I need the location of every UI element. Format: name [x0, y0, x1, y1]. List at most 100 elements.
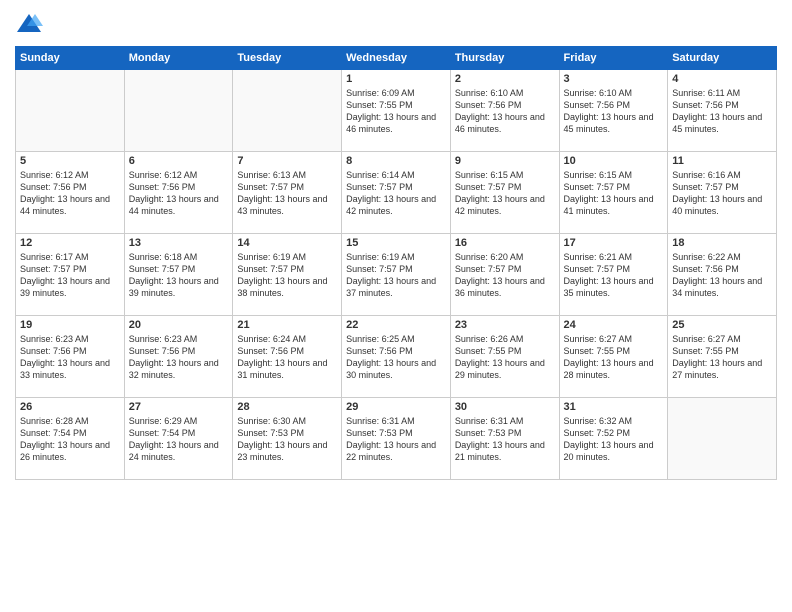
cell-details: Sunrise: 6:31 AMSunset: 7:53 PMDaylight:…: [346, 415, 446, 464]
cell-details: Sunrise: 6:30 AMSunset: 7:53 PMDaylight:…: [237, 415, 337, 464]
day-number: 2: [455, 73, 555, 85]
cell-details: Sunrise: 6:32 AMSunset: 7:52 PMDaylight:…: [564, 415, 664, 464]
cell-details: Sunrise: 6:23 AMSunset: 7:56 PMDaylight:…: [129, 333, 229, 382]
weekday-header-friday: Friday: [559, 47, 668, 70]
cell-details: Sunrise: 6:19 AMSunset: 7:57 PMDaylight:…: [346, 251, 446, 300]
day-number: 29: [346, 401, 446, 413]
weekday-header-monday: Monday: [124, 47, 233, 70]
cell-details: Sunrise: 6:20 AMSunset: 7:57 PMDaylight:…: [455, 251, 555, 300]
day-number: 4: [672, 73, 772, 85]
calendar-cell: [233, 70, 342, 152]
calendar-cell: 8Sunrise: 6:14 AMSunset: 7:57 PMDaylight…: [342, 152, 451, 234]
day-number: 11: [672, 155, 772, 167]
weekday-header-thursday: Thursday: [450, 47, 559, 70]
day-number: 19: [20, 319, 120, 331]
calendar-cell: 29 Sunrise: 6:31 AMSunset: 7:53 PMDayligh…: [342, 398, 451, 480]
cell-details: Sunrise: 6:21 AMSunset: 7:57 PMDaylight:…: [564, 251, 664, 300]
week-row-2: 5Sunrise: 6:12 AMSunset: 7:56 PMDaylight…: [16, 152, 777, 234]
week-row-1: 1Sunrise: 6:09 AMSunset: 7:55 PMDaylight…: [16, 70, 777, 152]
calendar-cell: 13Sunrise: 6:18 AMSunset: 7:57 PMDayligh…: [124, 234, 233, 316]
day-number: 10: [564, 155, 664, 167]
calendar-cell: 16 Sunrise: 6:20 AMSunset: 7:57 PMDayligh…: [450, 234, 559, 316]
cell-details: Sunrise: 6:22 AMSunset: 7:56 PMDaylight:…: [672, 251, 772, 300]
day-number: 12: [20, 237, 120, 249]
cell-details: Sunrise: 6:18 AMSunset: 7:57 PMDaylight:…: [129, 251, 229, 300]
day-number: 28: [237, 401, 337, 413]
cell-details: Sunrise: 6:16 AMSunset: 7:57 PMDaylight:…: [672, 169, 772, 218]
cell-details: Sunrise: 6:31 AMSunset: 7:53 PMDaylight:…: [455, 415, 555, 464]
weekday-header-wednesday: Wednesday: [342, 47, 451, 70]
cell-details: Sunrise: 6:09 AMSunset: 7:55 PMDaylight:…: [346, 87, 446, 136]
day-number: 8: [346, 155, 446, 167]
calendar-cell: 22Sunrise: 6:25 AMSunset: 7:56 PMDayligh…: [342, 316, 451, 398]
cell-details: Sunrise: 6:28 AMSunset: 7:54 PMDaylight:…: [20, 415, 120, 464]
calendar-table: SundayMondayTuesdayWednesdayThursdayFrid…: [15, 46, 777, 480]
cell-details: Sunrise: 6:15 AMSunset: 7:57 PMDaylight:…: [455, 169, 555, 218]
weekday-row: SundayMondayTuesdayWednesdayThursdayFrid…: [16, 47, 777, 70]
week-row-4: 19 Sunrise: 6:23 AMSunset: 7:56 PMDayligh…: [16, 316, 777, 398]
day-number: 18: [672, 237, 772, 249]
calendar-cell: 30 Sunrise: 6:31 AMSunset: 7:53 PMDayligh…: [450, 398, 559, 480]
calendar-cell: 4 Sunrise: 6:11 AMSunset: 7:56 PMDaylight…: [668, 70, 777, 152]
cell-details: Sunrise: 6:23 AMSunset: 7:56 PMDaylight:…: [20, 333, 120, 382]
calendar-cell: 18 Sunrise: 6:22 AMSunset: 7:56 PMDayligh…: [668, 234, 777, 316]
header: [15, 10, 777, 38]
calendar-cell: 26Sunrise: 6:28 AMSunset: 7:54 PMDayligh…: [16, 398, 125, 480]
weekday-header-sunday: Sunday: [16, 47, 125, 70]
day-number: 9: [455, 155, 555, 167]
day-number: 30: [455, 401, 555, 413]
calendar-cell: 7Sunrise: 6:13 AMSunset: 7:57 PMDaylight…: [233, 152, 342, 234]
cell-details: Sunrise: 6:10 AMSunset: 7:56 PMDaylight:…: [564, 87, 664, 136]
day-number: 23: [455, 319, 555, 331]
cell-details: Sunrise: 6:15 AMSunset: 7:57 PMDaylight:…: [564, 169, 664, 218]
calendar-body: 1Sunrise: 6:09 AMSunset: 7:55 PMDaylight…: [16, 70, 777, 480]
cell-details: Sunrise: 6:24 AMSunset: 7:56 PMDaylight:…: [237, 333, 337, 382]
calendar-cell: 19 Sunrise: 6:23 AMSunset: 7:56 PMDayligh…: [16, 316, 125, 398]
calendar-cell: 15Sunrise: 6:19 AMSunset: 7:57 PMDayligh…: [342, 234, 451, 316]
calendar-cell: 24Sunrise: 6:27 AMSunset: 7:55 PMDayligh…: [559, 316, 668, 398]
calendar-cell: 21Sunrise: 6:24 AMSunset: 7:56 PMDayligh…: [233, 316, 342, 398]
cell-details: Sunrise: 6:12 AMSunset: 7:56 PMDaylight:…: [20, 169, 120, 218]
day-number: 24: [564, 319, 664, 331]
day-number: 6: [129, 155, 229, 167]
cell-details: Sunrise: 6:11 AMSunset: 7:56 PMDaylight:…: [672, 87, 772, 136]
calendar-cell: 28 Sunrise: 6:30 AMSunset: 7:53 PMDayligh…: [233, 398, 342, 480]
calendar-cell: 27Sunrise: 6:29 AMSunset: 7:54 PMDayligh…: [124, 398, 233, 480]
calendar-cell: 9 Sunrise: 6:15 AMSunset: 7:57 PMDaylight…: [450, 152, 559, 234]
weekday-header-saturday: Saturday: [668, 47, 777, 70]
logo-icon: [15, 10, 43, 38]
calendar-cell: 14 Sunrise: 6:19 AMSunset: 7:57 PMDayligh…: [233, 234, 342, 316]
day-number: 16: [455, 237, 555, 249]
calendar-cell: 20 Sunrise: 6:23 AMSunset: 7:56 PMDayligh…: [124, 316, 233, 398]
calendar-cell: 1Sunrise: 6:09 AMSunset: 7:55 PMDaylight…: [342, 70, 451, 152]
cell-details: Sunrise: 6:27 AMSunset: 7:55 PMDaylight:…: [672, 333, 772, 382]
calendar-cell: 31 Sunrise: 6:32 AMSunset: 7:52 PMDayligh…: [559, 398, 668, 480]
calendar-cell: [16, 70, 125, 152]
calendar-cell: [668, 398, 777, 480]
weekday-header-tuesday: Tuesday: [233, 47, 342, 70]
calendar-cell: 23 Sunrise: 6:26 AMSunset: 7:55 PMDayligh…: [450, 316, 559, 398]
calendar-cell: 3Sunrise: 6:10 AMSunset: 7:56 PMDaylight…: [559, 70, 668, 152]
calendar-header: SundayMondayTuesdayWednesdayThursdayFrid…: [16, 47, 777, 70]
cell-details: Sunrise: 6:10 AMSunset: 7:56 PMDaylight:…: [455, 87, 555, 136]
day-number: 22: [346, 319, 446, 331]
page: SundayMondayTuesdayWednesdayThursdayFrid…: [0, 0, 792, 612]
calendar-cell: 6Sunrise: 6:12 AMSunset: 7:56 PMDaylight…: [124, 152, 233, 234]
week-row-5: 26Sunrise: 6:28 AMSunset: 7:54 PMDayligh…: [16, 398, 777, 480]
day-number: 31: [564, 401, 664, 413]
day-number: 17: [564, 237, 664, 249]
cell-details: Sunrise: 6:17 AMSunset: 7:57 PMDaylight:…: [20, 251, 120, 300]
calendar-cell: 2 Sunrise: 6:10 AMSunset: 7:56 PMDaylight…: [450, 70, 559, 152]
logo: [15, 10, 47, 38]
cell-details: Sunrise: 6:29 AMSunset: 7:54 PMDaylight:…: [129, 415, 229, 464]
day-number: 20: [129, 319, 229, 331]
calendar-cell: 11 Sunrise: 6:16 AMSunset: 7:57 PMDayligh…: [668, 152, 777, 234]
day-number: 25: [672, 319, 772, 331]
calendar-cell: 5Sunrise: 6:12 AMSunset: 7:56 PMDaylight…: [16, 152, 125, 234]
calendar-cell: 12 Sunrise: 6:17 AMSunset: 7:57 PMDayligh…: [16, 234, 125, 316]
calendar-cell: [124, 70, 233, 152]
cell-details: Sunrise: 6:19 AMSunset: 7:57 PMDaylight:…: [237, 251, 337, 300]
cell-details: Sunrise: 6:26 AMSunset: 7:55 PMDaylight:…: [455, 333, 555, 382]
day-number: 14: [237, 237, 337, 249]
day-number: 7: [237, 155, 337, 167]
